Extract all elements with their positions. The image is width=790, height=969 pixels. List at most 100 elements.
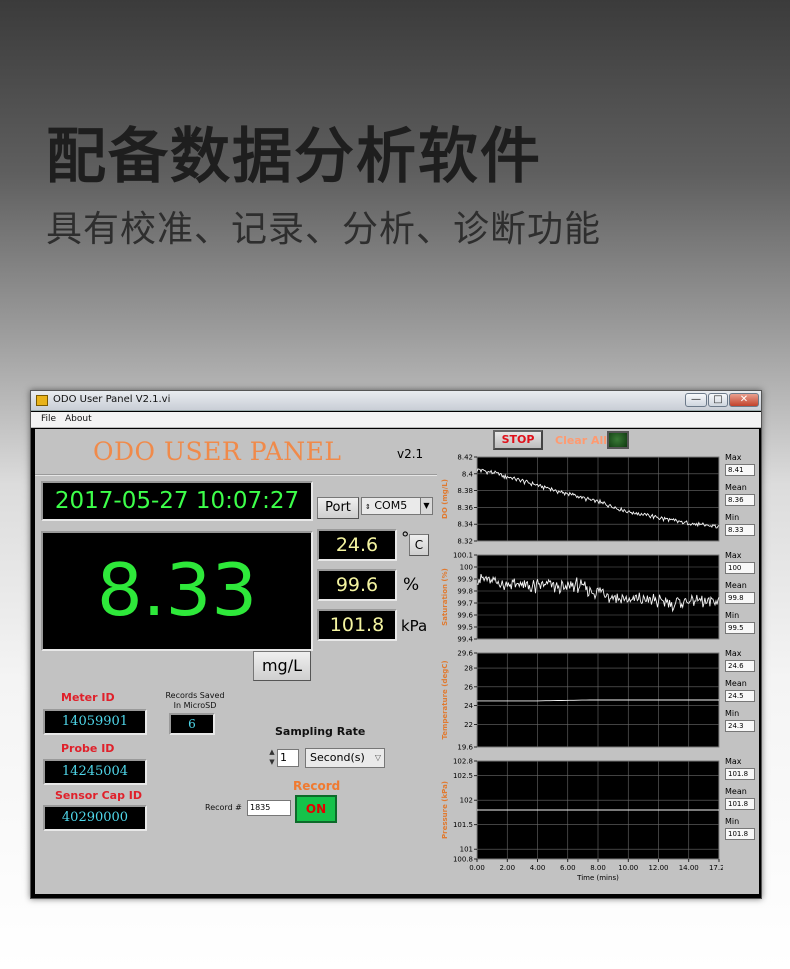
chart-svg-4: 102.8 102.5 102 101.5 101 100.8 Pressure (kPa)…: [441, 758, 723, 883]
maximize-button[interactable]: □: [708, 393, 728, 407]
panel-title: ODO USER PANEL: [93, 437, 342, 466]
chart-svg-2: 100.1 100 99.9 99.8 99.7 99.6 99.5 99.4 Saturati…: [441, 552, 720, 644]
chart-2: 100.1 100 99.9 99.8 99.7 99.6 99.5 99.4 Saturati…: [437, 549, 759, 645]
x-tick-label: 17.21: [709, 864, 723, 872]
stop-button[interactable]: STOP: [493, 430, 543, 450]
close-button[interactable]: ✕: [729, 393, 759, 407]
divider: [35, 474, 437, 476]
y-tick-label: 8.34: [457, 521, 473, 529]
sampling-unit-select[interactable]: Second(s) ▽: [305, 748, 385, 768]
chart-stack: 8.42 8.4 8.38 8.36 8.34 8.32 DO (mg/L) Max 8.41 M…: [437, 451, 759, 891]
chart-stats: Max 100 Mean 99.8 Min 99.5: [723, 549, 759, 645]
y-tick-label: 99.6: [457, 612, 473, 620]
stat-value-mean: 101.8: [725, 798, 755, 810]
version-label: v2.1: [397, 447, 424, 461]
y-tick-label: 8.4: [462, 470, 474, 478]
stat-label-min: Min: [725, 611, 740, 620]
y-tick-label: 100.1: [453, 552, 473, 560]
port-label: Port: [317, 497, 359, 519]
title-bar[interactable]: ODO User Panel V2.1.vi — □ ✕: [31, 391, 761, 411]
sampling-rate-label: Sampling Rate: [275, 725, 366, 738]
records-saved-value: 6: [169, 713, 215, 735]
record-number-input[interactable]: 1835: [247, 800, 291, 816]
y-tick-label: 8.32: [457, 538, 473, 546]
record-toggle-button[interactable]: ON: [295, 795, 337, 823]
record-label: Record: [293, 779, 341, 793]
unit-toggle-button[interactable]: mg/L: [253, 651, 311, 681]
y-tick-label: 99.9: [457, 576, 473, 584]
stat-value-max: 8.41: [725, 464, 755, 476]
y-tick-label: 101.5: [453, 821, 473, 829]
clear-all-label: Clear All: [555, 434, 608, 447]
page-headline: 配备数据分析软件: [46, 122, 542, 192]
y-axis-label: Saturation (%): [441, 568, 449, 626]
chart-stats: Max 8.41 Mean 8.36 Min 8.33: [723, 451, 759, 547]
saturation-display: 99.6: [317, 569, 397, 601]
sensor-cap-id-value: 40290000: [43, 805, 147, 831]
x-tick-label: 2.00: [499, 864, 515, 872]
do-value-display: 8.33: [41, 531, 313, 651]
port-spinner-icon: ⇕: [365, 503, 371, 511]
meter-id-value: 14059901: [43, 709, 147, 735]
y-tick-label: 102.5: [453, 772, 473, 780]
stat-value-mean: 99.8: [725, 592, 755, 604]
stat-value-min: 24.3: [725, 720, 755, 732]
y-tick-label: 28: [464, 665, 473, 673]
y-tick-label: 29.6: [457, 650, 473, 658]
datetime-display: 2017-05-27 10:07:27: [41, 481, 313, 521]
y-tick-label: 99.7: [457, 600, 473, 608]
stat-label-mean: Mean: [725, 581, 747, 590]
sampling-rate-stepper[interactable]: ▲ ▼: [267, 747, 277, 769]
app-window: ODO User Panel V2.1.vi — □ ✕ File About …: [30, 390, 762, 899]
stat-label-min: Min: [725, 817, 740, 826]
chart-stats: Max 101.8 Mean 101.8 Min 101.8: [723, 755, 759, 889]
y-tick-label: 8.38: [457, 487, 473, 495]
y-tick-label: 100.8: [453, 856, 473, 864]
sensor-cap-id-label: Sensor Cap ID: [55, 789, 142, 802]
stat-value-min: 99.5: [725, 622, 755, 634]
control-panel: ODO USER PANEL v2.1 2017-05-27 10:07:27 …: [35, 429, 437, 894]
port-select[interactable]: ⇕ COM5 ▼: [361, 497, 433, 515]
x-tick-label: 4.00: [530, 864, 546, 872]
window-title: ODO User Panel V2.1.vi: [53, 394, 171, 405]
menu-about[interactable]: About: [65, 414, 92, 424]
y-tick-label: 99.4: [457, 636, 473, 644]
stat-value-mean: 24.5: [725, 690, 755, 702]
port-value: COM5: [374, 499, 408, 512]
minimize-button[interactable]: —: [685, 393, 707, 407]
chart-1: 8.42 8.4 8.38 8.36 8.34 8.32 DO (mg/L) Max 8.41 M…: [437, 451, 759, 547]
stat-label-min: Min: [725, 709, 740, 718]
triangle-down-icon[interactable]: ▽: [372, 749, 384, 767]
y-tick-label: 101: [460, 846, 473, 854]
stepper-down-icon[interactable]: ▼: [267, 757, 277, 767]
stat-label-max: Max: [725, 649, 742, 658]
x-tick-label: 12.00: [648, 864, 668, 872]
x-tick-label: 8.00: [590, 864, 606, 872]
temperature-display: 24.6: [317, 529, 397, 561]
stat-label-max: Max: [725, 551, 742, 560]
clear-all-led-button[interactable]: [607, 431, 629, 449]
stat-label-mean: Mean: [725, 483, 747, 492]
x-tick-label: 10.00: [618, 864, 638, 872]
chart-4: 102.8 102.5 102 101.5 101 100.8 Pressure (kPa)…: [437, 755, 759, 889]
y-tick-label: 102.8: [453, 758, 473, 766]
chart-panel: STOP Clear All 8.42 8.4 8.38 8.36 8.34 8.32 DO…: [437, 429, 759, 894]
stat-value-max: 100: [725, 562, 755, 574]
menu-file[interactable]: File: [41, 414, 56, 424]
chevron-down-icon[interactable]: ▼: [420, 498, 432, 514]
stat-value-max: 24.6: [725, 660, 755, 672]
sampling-unit-value: Second(s): [310, 751, 365, 764]
x-tick-label: 14.00: [679, 864, 699, 872]
temperature-unit-button[interactable]: C: [409, 534, 429, 556]
labview-app-icon: [36, 395, 48, 406]
stat-label-mean: Mean: [725, 787, 747, 796]
sampling-rate-input[interactable]: 1: [277, 749, 299, 767]
y-tick-label: 22: [464, 721, 473, 729]
probe-id-value: 14245004: [43, 759, 147, 785]
chart-3: 29.6 28 26 24 22 19.6 Temperature (degC) Max 24.…: [437, 647, 759, 753]
x-tick-label: 0.00: [469, 864, 485, 872]
record-number-label: Record #: [205, 803, 242, 812]
saturation-unit: %: [403, 575, 420, 595]
stepper-up-icon[interactable]: ▲: [267, 747, 277, 757]
y-tick-label: 8.42: [457, 454, 473, 462]
